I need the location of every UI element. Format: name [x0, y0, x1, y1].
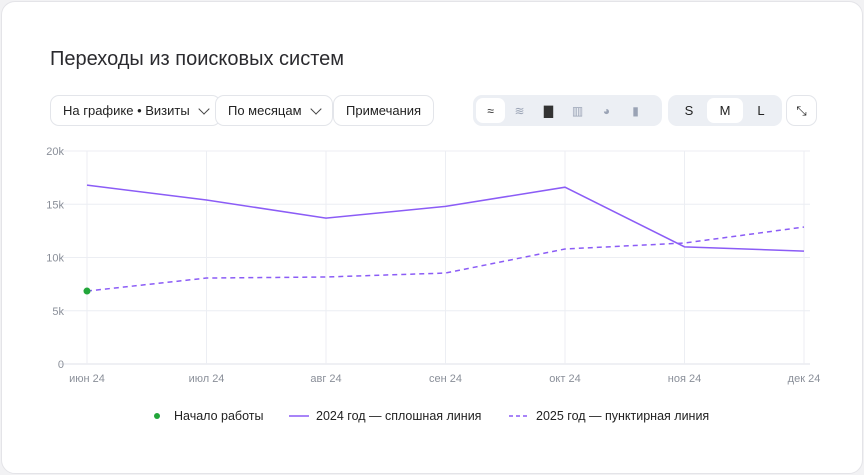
y-tick-label: 0 — [58, 359, 64, 371]
start-marker — [83, 287, 91, 295]
legend-label: Начало работы — [174, 409, 263, 423]
line-chart: 0 5k 10k 15k 20k июн 24 июл 24 авг 24 сен 24 окт … — [46, 146, 821, 423]
x-tick-label: окт 24 — [549, 373, 580, 385]
legend-label: 2024 год — сплошная линия — [316, 409, 481, 423]
y-tick-label: 5k — [52, 306, 64, 318]
legend-label: 2025 год — пунктирная линия — [536, 409, 709, 423]
x-tick-label: сен 24 — [429, 373, 462, 385]
legend-marker-dot — [154, 413, 160, 419]
x-tick-label: июл 24 — [189, 373, 225, 385]
x-tick-label: июн 24 — [69, 373, 105, 385]
x-tick-label: дек 24 — [788, 373, 821, 385]
x-tick-label: авг 24 — [310, 373, 341, 385]
y-tick-label: 15k — [46, 199, 64, 211]
y-tick-label: 20k — [46, 146, 64, 158]
y-tick-label: 10k — [46, 253, 64, 265]
x-tick-label: ноя 24 — [668, 373, 701, 385]
